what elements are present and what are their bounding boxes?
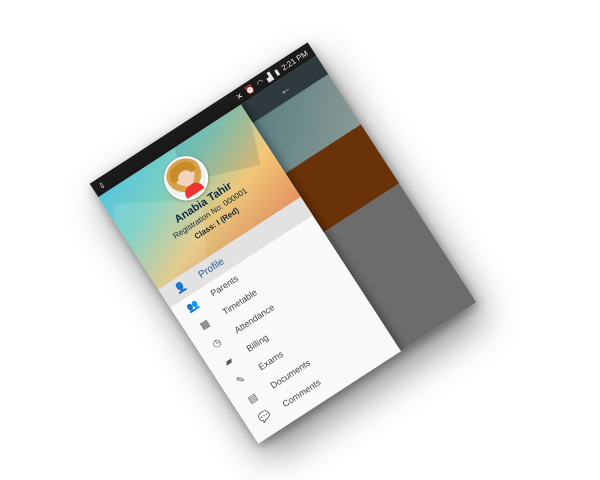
wifi-icon: ◠ — [254, 76, 266, 89]
mute-icon: ✕ — [234, 90, 245, 102]
back-arrow-icon[interactable]: ← — [276, 80, 294, 98]
comments-icon: 💬 — [256, 408, 274, 425]
phone-screen: ⇩ ✕ ⏰ ◠ ▟ ▮ 2:21 PM ← Anabia Tahir Regis… — [89, 42, 477, 444]
mockup-stage: ⇩ ✕ ⏰ ◠ ▟ ▮ 2:21 PM ← Anabia Tahir Regis… — [0, 0, 600, 480]
battery-icon: ▮ — [272, 66, 282, 77]
alarm-icon: ⏰ — [242, 82, 257, 96]
usb-icon: ⇩ — [96, 179, 108, 192]
signal-icon: ▟ — [263, 71, 274, 83]
